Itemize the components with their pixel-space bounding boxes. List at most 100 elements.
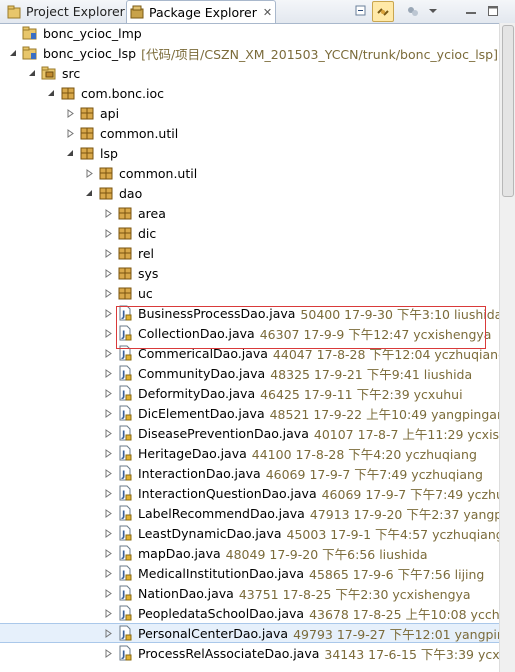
- collapsed-arrow-icon[interactable]: [103, 468, 113, 478]
- tree-label: LeastDynamicDao.java: [138, 525, 282, 541]
- tree-row[interactable]: J DicElementDao.java 48521 17-9-22 上午10:49…: [0, 403, 500, 423]
- expanded-arrow-icon[interactable]: [8, 48, 18, 58]
- collapsed-arrow-icon[interactable]: [103, 388, 113, 398]
- tree-decoration: 46069 17-9-7 下午7:49 yczhu: [321, 486, 500, 502]
- svg-text:J: J: [121, 530, 125, 540]
- collapsed-arrow-icon[interactable]: [103, 568, 113, 578]
- tree-row[interactable]: J HeritageDao.java 44100 17-8-28 下午4:20 yc…: [0, 443, 500, 463]
- tree-label: bonc_ycioc_lmp: [43, 25, 142, 41]
- tree-decoration: 46069 17-9-7 下午7:49 yczhuqiang: [265, 466, 483, 482]
- tree-row[interactable]: bonc_ycioc_lmp: [0, 23, 500, 43]
- tree-row[interactable]: dao: [0, 183, 500, 203]
- tree-row[interactable]: J InteractionQuestionDao.java 46069 17-9-7…: [0, 483, 500, 503]
- tree-decoration: 47913 17-9-20 下午2:37 yangp: [309, 506, 500, 522]
- tree-decoration: 45003 17-9-1 下午4:57 yczhuqiang: [286, 526, 500, 542]
- java-icon: J: [117, 365, 133, 381]
- java-icon: J: [117, 565, 133, 581]
- collapsed-arrow-icon[interactable]: [103, 548, 113, 558]
- tab-package-explorer[interactable]: Package Explorer ✕: [126, 0, 276, 23]
- package-icon: [79, 145, 95, 161]
- collapsed-arrow-icon[interactable]: [103, 588, 113, 598]
- tree-row[interactable]: bonc_ycioc_lsp [代码/项目/CSZN_XM_201503_YCCN…: [0, 43, 500, 63]
- tree-decoration: 48521 17-9-22 上午10:49 yangpingan: [269, 406, 500, 422]
- collapsed-arrow-icon[interactable]: [103, 248, 113, 258]
- package-icon: [98, 165, 114, 181]
- tree-row[interactable]: J LeastDynamicDao.java 45003 17-9-1 下午4:57…: [0, 523, 500, 543]
- tree-label: NationDao.java: [138, 585, 234, 601]
- tree-row[interactable]: dic: [0, 223, 500, 243]
- tab-project-explorer[interactable]: Project Explorer: [4, 1, 125, 22]
- java-icon: J: [117, 525, 133, 541]
- tree-row[interactable]: common.util: [0, 163, 500, 183]
- tree-row[interactable]: rel: [0, 243, 500, 263]
- tree-label: MedicalInstitutionDao.java: [138, 565, 305, 581]
- expanded-arrow-icon[interactable]: [27, 68, 37, 78]
- svg-text:J: J: [121, 510, 125, 520]
- package-icon: [60, 85, 76, 101]
- tree-row[interactable]: common.util: [0, 123, 500, 143]
- collapsed-arrow-icon[interactable]: [103, 348, 113, 358]
- tree-row[interactable]: J PersonalCenterDao.java 49793 17-9-27 下午1…: [0, 623, 500, 643]
- collapsed-arrow-icon[interactable]: [103, 608, 113, 618]
- collapsed-arrow-icon[interactable]: [103, 268, 113, 278]
- collapsed-arrow-icon[interactable]: [65, 108, 75, 118]
- collapsed-arrow-icon[interactable]: [103, 368, 113, 378]
- minimize-icon[interactable]: [462, 2, 480, 20]
- collapsed-arrow-icon[interactable]: [103, 448, 113, 458]
- collapsed-arrow-icon[interactable]: [103, 648, 113, 658]
- tree-label: HeritageDao.java: [138, 445, 247, 461]
- highlight-box: [116, 306, 486, 349]
- tree-label: com.bonc.ioc: [81, 85, 165, 101]
- vertical-scrollbar[interactable]: [499, 23, 515, 672]
- collapsed-arrow-icon[interactable]: [103, 528, 113, 538]
- view-menu-icon[interactable]: [404, 2, 422, 20]
- link-with-editor-icon[interactable]: [372, 1, 394, 22]
- collapsed-arrow-icon[interactable]: [84, 168, 94, 178]
- scrollbar-thumb[interactable]: [502, 25, 514, 197]
- close-icon[interactable]: ✕: [263, 6, 272, 19]
- tree-row[interactable]: J NationDao.java 43751 17-8-25 下午2:30 ycxi…: [0, 583, 500, 603]
- collapsed-arrow-icon[interactable]: [103, 208, 113, 218]
- collapsed-arrow-icon[interactable]: [103, 408, 113, 418]
- tree-row[interactable]: src: [0, 63, 500, 83]
- view-menu-dropdown-icon[interactable]: [424, 2, 442, 20]
- tree-row[interactable]: sys: [0, 263, 500, 283]
- tree-row[interactable]: api: [0, 103, 500, 123]
- collapse-all-icon[interactable]: [352, 2, 370, 20]
- collapsed-arrow-icon[interactable]: [65, 128, 75, 138]
- tree-row[interactable]: J DeformityDao.java 46425 17-9-11 下午2:39 y…: [0, 383, 500, 403]
- java-icon: J: [117, 605, 133, 621]
- collapsed-arrow-icon[interactable]: [103, 288, 113, 298]
- tree-row[interactable]: J InteractionDao.java 46069 17-9-7 下午7:49 …: [0, 463, 500, 483]
- tree-row[interactable]: J MedicalInstitutionDao.java 45865 17-9-6 …: [0, 563, 500, 583]
- collapsed-arrow-icon[interactable]: [103, 628, 113, 638]
- expanded-arrow-icon[interactable]: [65, 148, 75, 158]
- tree-row[interactable]: J LabelRecommendDao.java 47913 17-9-20 下午2…: [0, 503, 500, 523]
- svg-text:J: J: [121, 470, 125, 480]
- tree-row[interactable]: lsp: [0, 143, 500, 163]
- collapsed-arrow-icon[interactable]: [103, 488, 113, 498]
- java-icon: J: [117, 485, 133, 501]
- java-icon: J: [117, 445, 133, 461]
- tree-label: sys: [138, 265, 159, 281]
- svg-text:J: J: [121, 490, 125, 500]
- collapsed-arrow-icon[interactable]: [103, 328, 113, 338]
- tree-row[interactable]: com.bonc.ioc: [0, 83, 500, 103]
- collapsed-arrow-icon[interactable]: [103, 308, 113, 318]
- tree-label: PeopledataSchoolDao.java: [138, 605, 305, 621]
- tree-row[interactable]: JmapDao.java 48049 17-9-20 下午6:56 liushid…: [0, 543, 500, 563]
- svg-text:J: J: [121, 570, 125, 580]
- collapsed-arrow-icon[interactable]: [103, 508, 113, 518]
- tree-row[interactable]: J CommunityDao.java 48325 17-9-21 下午9:41 l…: [0, 363, 500, 383]
- tree-row[interactable]: uc: [0, 283, 500, 303]
- tree-row[interactable]: area: [0, 203, 500, 223]
- tree-row[interactable]: J DiseasePreventionDao.java 40107 17-8-7 上…: [0, 423, 500, 443]
- tree-row[interactable]: J ProcessRelAssociateDao.java 34143 17-6-1…: [0, 643, 500, 663]
- collapsed-arrow-icon[interactable]: [103, 228, 113, 238]
- tree-row[interactable]: J PeopledataSchoolDao.java 43678 17-8-25 上…: [0, 603, 500, 623]
- maximize-icon[interactable]: [484, 2, 502, 20]
- collapsed-arrow-icon[interactable]: [103, 428, 113, 438]
- expanded-arrow-icon[interactable]: [46, 88, 56, 98]
- expanded-arrow-icon[interactable]: [84, 188, 94, 198]
